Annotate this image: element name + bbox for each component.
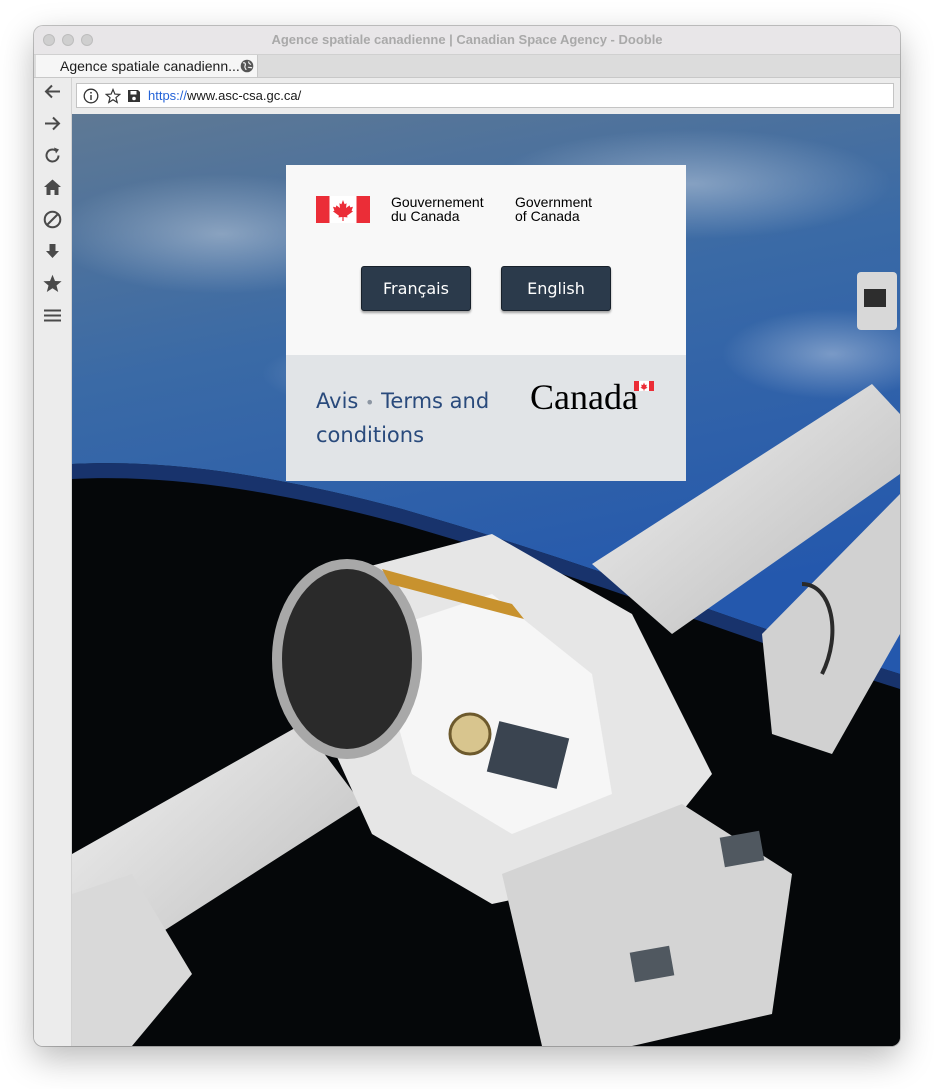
reload-icon[interactable] [42, 145, 63, 166]
browser-sidebar [34, 78, 72, 1046]
window-title: Agence spatiale canadienne | Canadian Sp… [271, 32, 663, 47]
francais-button[interactable]: Français [361, 266, 471, 311]
signature-french: Gouvernement du Canada [391, 195, 484, 223]
splash-header: Gouvernement du Canada Government of Can… [286, 165, 686, 355]
signature-french-line2: du Canada [391, 208, 460, 224]
arrow-left-icon[interactable] [42, 81, 63, 102]
stop-icon[interactable] [42, 209, 63, 230]
wordmark-flag-icon [634, 381, 654, 391]
tab-label: Agence spatiale canadienn... [60, 58, 240, 74]
tab-asc-csa[interactable]: Agence spatiale canadienn... [36, 55, 258, 77]
splash-footer: Avis • Terms and conditions Canada [286, 355, 686, 481]
home-icon[interactable] [42, 177, 63, 198]
star-icon[interactable] [42, 273, 63, 294]
canada-wordmark-text: Canada [530, 377, 638, 417]
tab-bar: Agence spatiale canadienn... [34, 55, 900, 78]
avis-link[interactable]: Avis [316, 389, 358, 413]
signature-english-line2: of Canada [515, 208, 580, 224]
arrow-right-icon[interactable] [42, 113, 63, 134]
title-bar: Agence spatiale canadienne | Canadian Sp… [34, 26, 900, 55]
terms-links: Avis • Terms and conditions [316, 385, 516, 452]
english-button[interactable]: English [501, 266, 611, 311]
save-icon[interactable] [126, 88, 142, 104]
link-separator: • [365, 393, 375, 412]
url-scheme: https:// [148, 88, 188, 103]
address-bar[interactable]: https://www.asc-csa.gc.ca/ [76, 83, 894, 108]
canada-flag-icon [316, 196, 370, 223]
download-icon[interactable] [42, 241, 63, 262]
url-text: https://www.asc-csa.gc.ca/ [148, 84, 301, 108]
globe-icon [240, 59, 254, 73]
hamburger-menu-icon[interactable] [42, 305, 63, 326]
canada-wordmark: Canada [530, 377, 660, 417]
signature-french-line1: Gouvernement [391, 194, 484, 210]
signature-english: Government of Canada [515, 195, 592, 223]
url-host: www.asc-csa.gc.ca/ [187, 88, 302, 103]
splash-panel: Gouvernement du Canada Government of Can… [286, 165, 686, 481]
bookmark-star-icon[interactable] [105, 88, 121, 104]
web-content: Gouvernement du Canada Government of Can… [72, 114, 900, 1046]
info-icon[interactable] [83, 88, 99, 104]
browser-window: Agence spatiale canadienne | Canadian Sp… [34, 26, 900, 1046]
signature-english-line1: Government [515, 194, 593, 210]
